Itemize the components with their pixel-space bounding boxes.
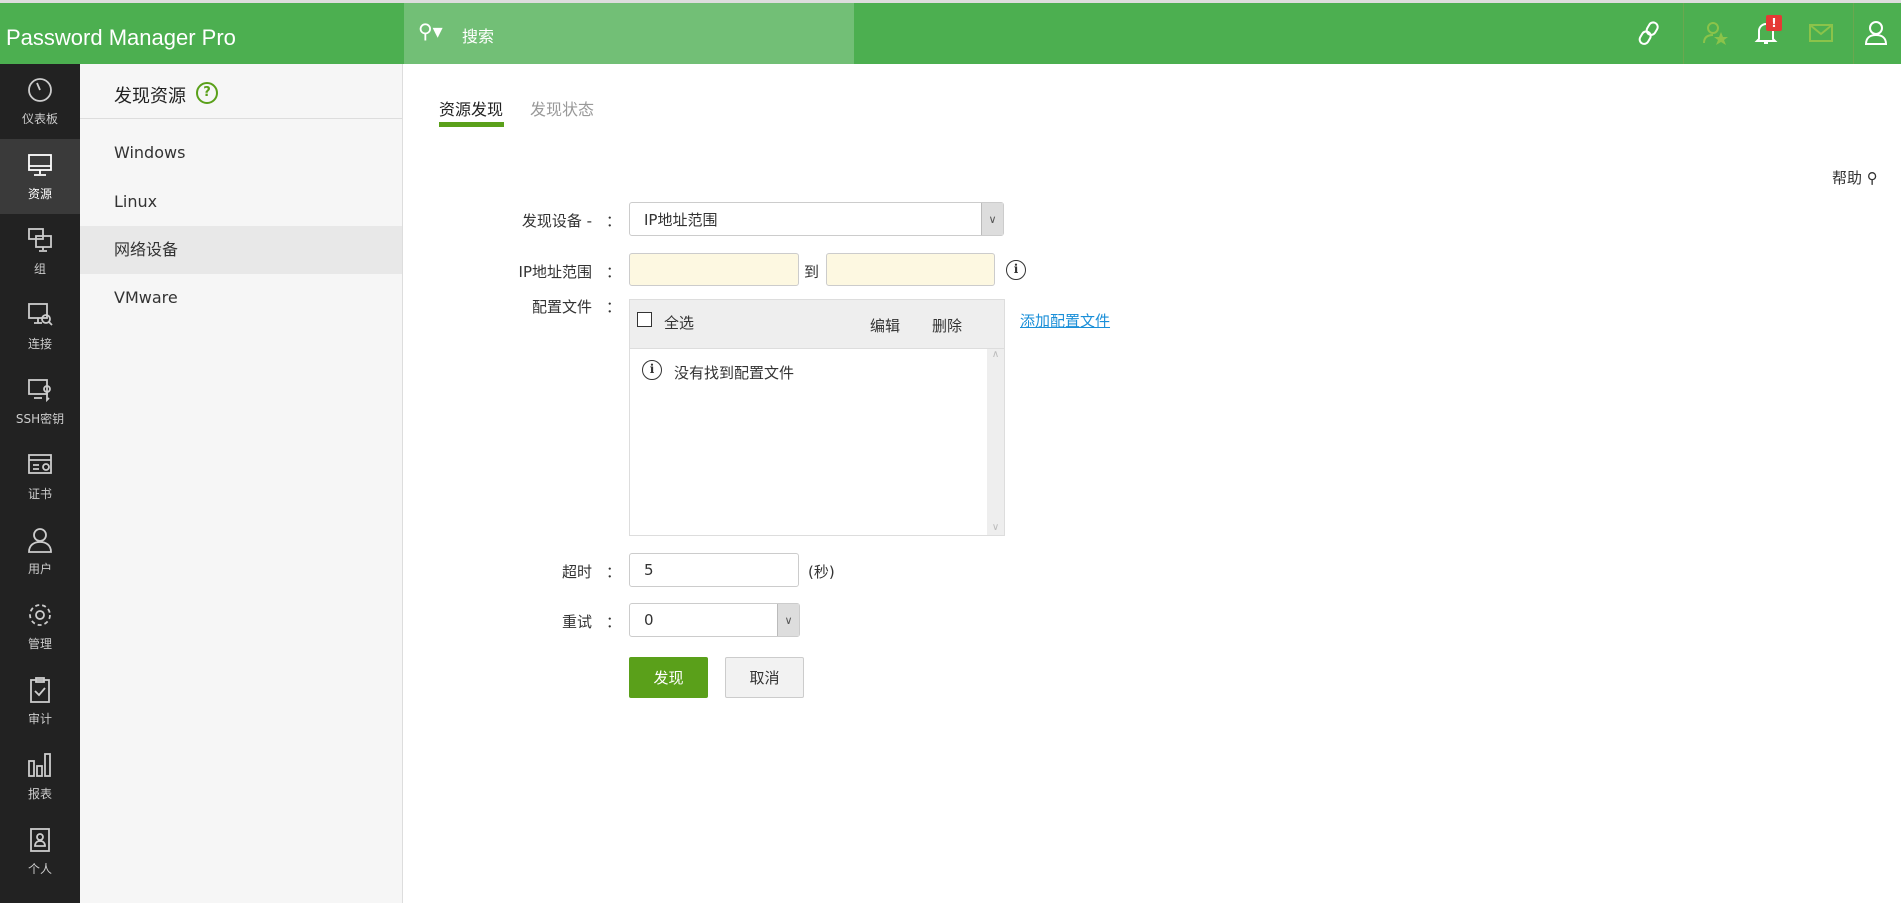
notification-badge: ! [1766, 15, 1782, 31]
main-nav: 仪表板 资源 组 连接 SSH密钥 证书 用户 管理 审计 报表 个人 [0, 64, 80, 903]
ip-range-label: IP地址范围 [518, 263, 592, 281]
chevron-down-icon[interactable]: ∨ [981, 203, 1003, 235]
dashboard-icon [28, 78, 52, 102]
discover-button[interactable]: 发现 [629, 657, 708, 698]
retry-select[interactable]: 0 ∨ [629, 603, 800, 637]
sub-item-vmware[interactable]: VMware [80, 274, 402, 322]
connection-icon [28, 303, 53, 326]
app-logo[interactable]: Password Manager Pro [6, 25, 236, 51]
top-header: Password Manager Pro ⚲▾ 搜索 ! [0, 0, 1901, 64]
panel-title: 发现资源 [114, 86, 186, 107]
nav-personal[interactable]: 个人 [0, 814, 80, 889]
nav-groups[interactable]: 组 [0, 214, 80, 289]
edit-button[interactable]: 编辑 [870, 315, 900, 336]
bar-chart-icon [28, 753, 51, 777]
nav-resources[interactable]: 资源 [0, 139, 80, 214]
nav-certificates[interactable]: 证书 [0, 439, 80, 514]
scrollbar[interactable]: ∧ ∨ [987, 349, 1004, 535]
certificate-icon [28, 454, 52, 474]
discover-panel: 发现资源 ? Windows Linux 网络设备 VMware [80, 64, 403, 903]
nav-dashboard[interactable]: 仪表板 [0, 64, 80, 139]
clipboard-icon [30, 677, 50, 703]
active-tab-indicator [439, 122, 504, 127]
gear-icon [29, 604, 51, 626]
ssh-key-icon [28, 379, 51, 403]
select-all-label: 全选 [664, 314, 695, 332]
nav-users[interactable]: 用户 [0, 514, 80, 589]
nav-admin[interactable]: 管理 [0, 589, 80, 664]
group-icon [28, 228, 52, 252]
help-icon[interactable]: ? [196, 82, 218, 104]
favorite-user-icon[interactable] [1700, 17, 1732, 49]
profile-label: 配置文件 [531, 298, 592, 316]
help-link[interactable]: 帮助 ⚲ [1832, 167, 1878, 188]
search-bar[interactable]: ⚲▾ 搜索 [404, 3, 854, 64]
empty-message: 没有找到配置文件 [674, 364, 795, 382]
info-icon: i [642, 360, 662, 380]
user-menu-icon[interactable] [1862, 17, 1894, 49]
personal-icon [30, 828, 50, 852]
nav-ssh-keys[interactable]: SSH密钥 [0, 364, 80, 439]
cancel-button[interactable]: 取消 [725, 657, 804, 698]
search-input[interactable]: 搜索 [462, 23, 494, 47]
info-icon[interactable]: i [1006, 260, 1026, 280]
scroll-down-icon[interactable]: ∨ [987, 522, 1004, 533]
lightbulb-icon: ⚲ [1866, 169, 1878, 187]
tab-discovery-status[interactable]: 发现状态 [530, 96, 594, 120]
ip-from-input[interactable] [629, 253, 799, 286]
add-profile-link[interactable]: 添加配置文件 [1020, 310, 1110, 331]
nav-audit[interactable]: 审计 [0, 664, 80, 739]
timeout-unit: (秒) [808, 563, 835, 581]
link-icon[interactable] [1634, 17, 1666, 49]
nav-reports[interactable]: 报表 [0, 739, 80, 814]
sub-item-windows[interactable]: Windows [80, 129, 402, 177]
device-type-select[interactable]: IP地址范围 ∨ [629, 202, 1004, 236]
profile-table: 全选 编辑 删除 i 没有找到配置文件 ∧ ∨ [629, 299, 1005, 536]
search-icon[interactable]: ⚲▾ [418, 19, 443, 43]
sub-item-linux[interactable]: Linux [80, 178, 402, 226]
timeout-input[interactable]: 5 [629, 553, 799, 587]
ip-to-input[interactable] [826, 253, 995, 286]
ip-to-label: 到 [804, 263, 820, 281]
sub-item-network-devices[interactable]: 网络设备 [80, 226, 402, 274]
divider [80, 118, 402, 119]
scroll-up-icon[interactable]: ∧ [987, 349, 1004, 360]
device-label: 发现设备 - [521, 212, 592, 230]
mail-icon[interactable] [1805, 17, 1837, 49]
select-all-checkbox[interactable] [637, 312, 652, 327]
chevron-down-icon[interactable]: ∨ [777, 604, 799, 636]
user-icon [28, 528, 52, 553]
nav-connections[interactable]: 连接 [0, 289, 80, 364]
profile-table-header: 全选 编辑 删除 [630, 300, 1004, 349]
tab-resource-discovery[interactable]: 资源发现 [439, 96, 503, 120]
monitor-icon [28, 154, 52, 176]
delete-button[interactable]: 删除 [932, 315, 962, 336]
retry-label: 重试 [561, 613, 592, 631]
timeout-label: 超时 [561, 563, 592, 581]
